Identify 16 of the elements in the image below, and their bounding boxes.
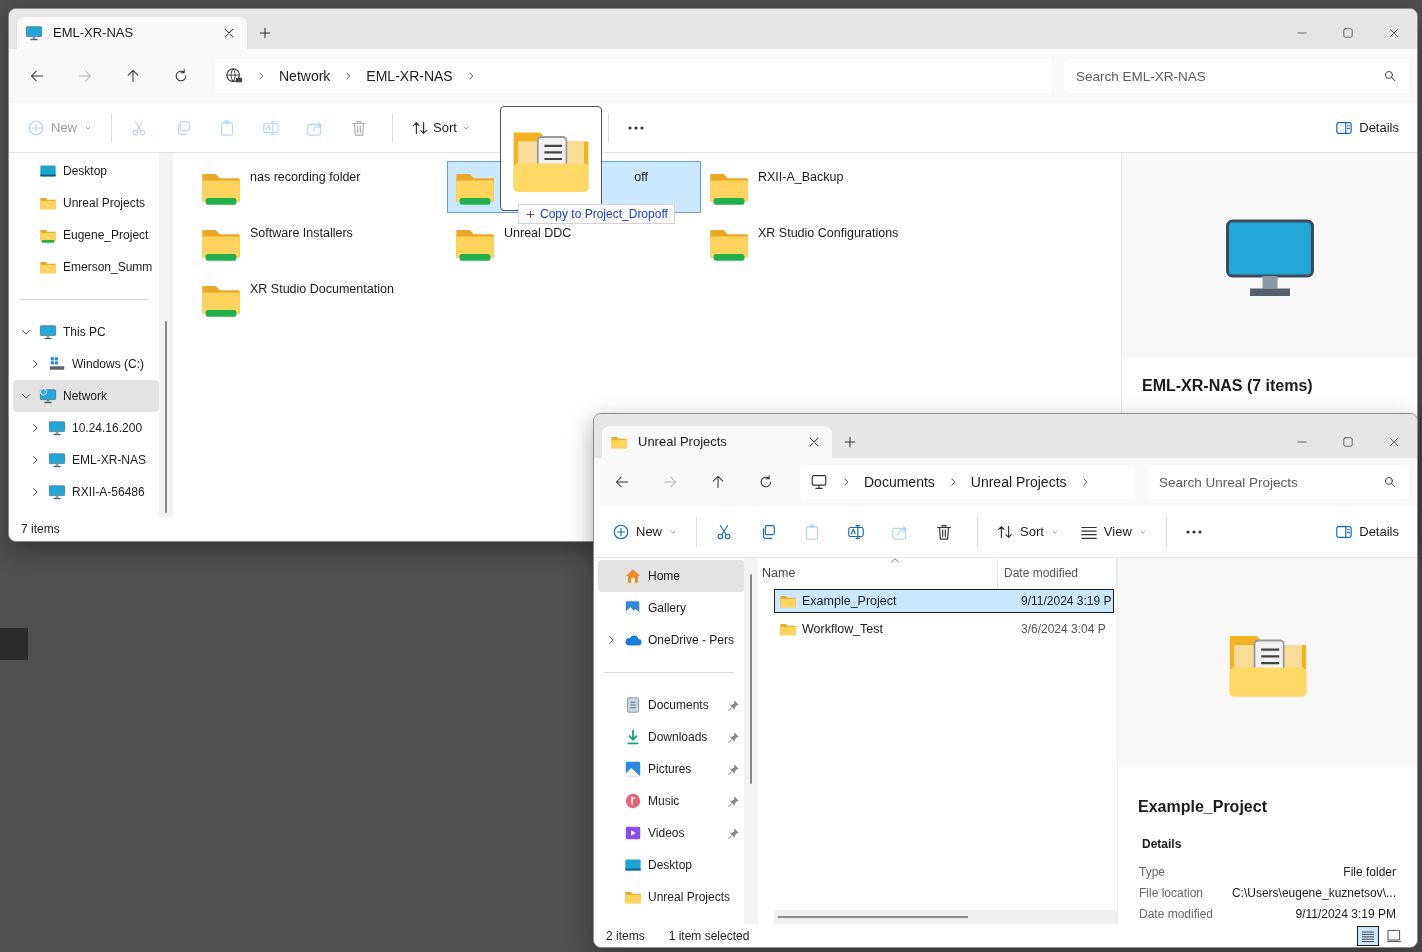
- detail-value: 9/11/2024 3:19 PM: [1295, 905, 1396, 923]
- file-name: Workflow_Test: [802, 620, 884, 638]
- status-text: 1 item selected: [668, 927, 750, 945]
- date-modified: 3/6/2024 3:04 P: [1021, 622, 1106, 636]
- detail-value: C:\Users\eugene_kuznetsov\...: [1231, 884, 1396, 902]
- detail-label: Date modified: [1139, 905, 1214, 923]
- details-title: EML-XR-NAS (7 items): [1141, 376, 1314, 396]
- file-name: Example_Project: [802, 592, 897, 610]
- details-heading: Details: [1141, 836, 1183, 854]
- details-title: Example_Project: [1137, 797, 1268, 818]
- status-text: 2 items: [606, 927, 645, 945]
- detail-label: File location: [1139, 884, 1204, 902]
- detail-value: File folder: [1343, 863, 1396, 881]
- detail-label: Type: [1139, 863, 1165, 881]
- status-text: 7 items: [21, 521, 60, 538]
- date-modified: 9/11/2024 3:19 P: [1021, 594, 1112, 608]
